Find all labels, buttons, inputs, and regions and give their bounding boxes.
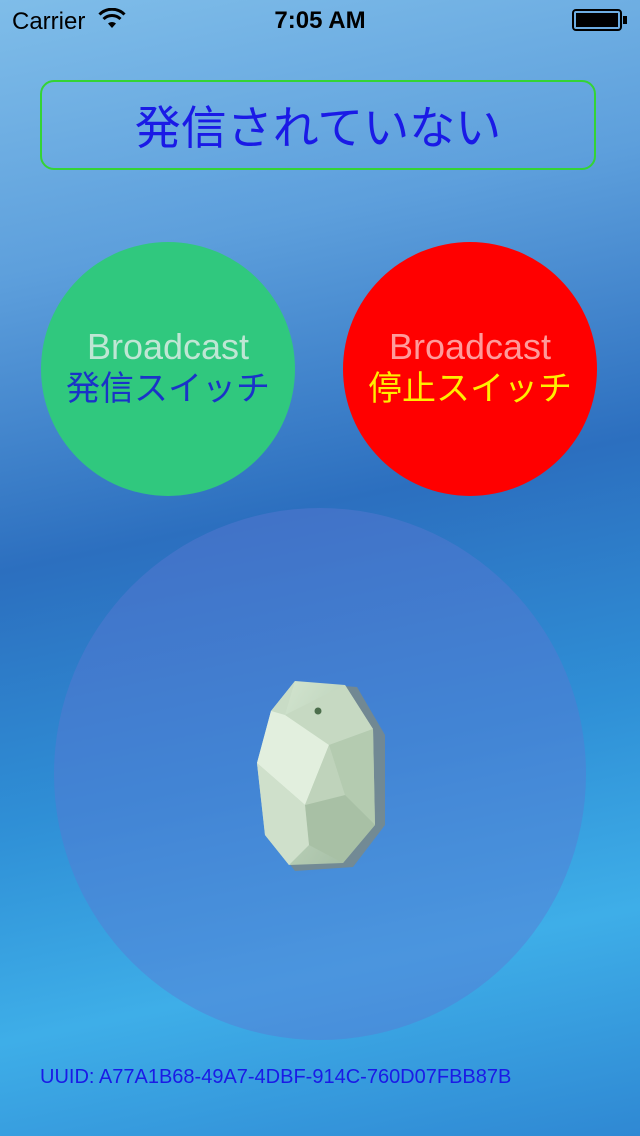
status-bar: Carrier 7:05 AM [0,0,640,40]
stop-button-label-jp: 停止スイッチ [368,370,572,408]
broadcast-status-text: 発信されていない [134,102,502,154]
battery-icon [572,9,627,31]
stop-button-label-en: Broadcast [388,326,552,367]
beacon-icon [257,681,385,871]
broadcast-status-banner: 発信されていない [40,80,596,170]
start-broadcast-button[interactable]: Broadcast 発信スイッチ [41,242,295,496]
start-button-label-jp: 発信スイッチ [66,370,270,408]
clock: 7:05 AM [274,7,366,34]
stop-broadcast-button[interactable]: Broadcast 停止スイッチ [343,242,597,496]
uuid-label: UUID: A77A1B68-49A7-4DBF-914C-760D07FBB8… [40,1066,512,1088]
start-button-label-en: Broadcast [86,326,250,367]
